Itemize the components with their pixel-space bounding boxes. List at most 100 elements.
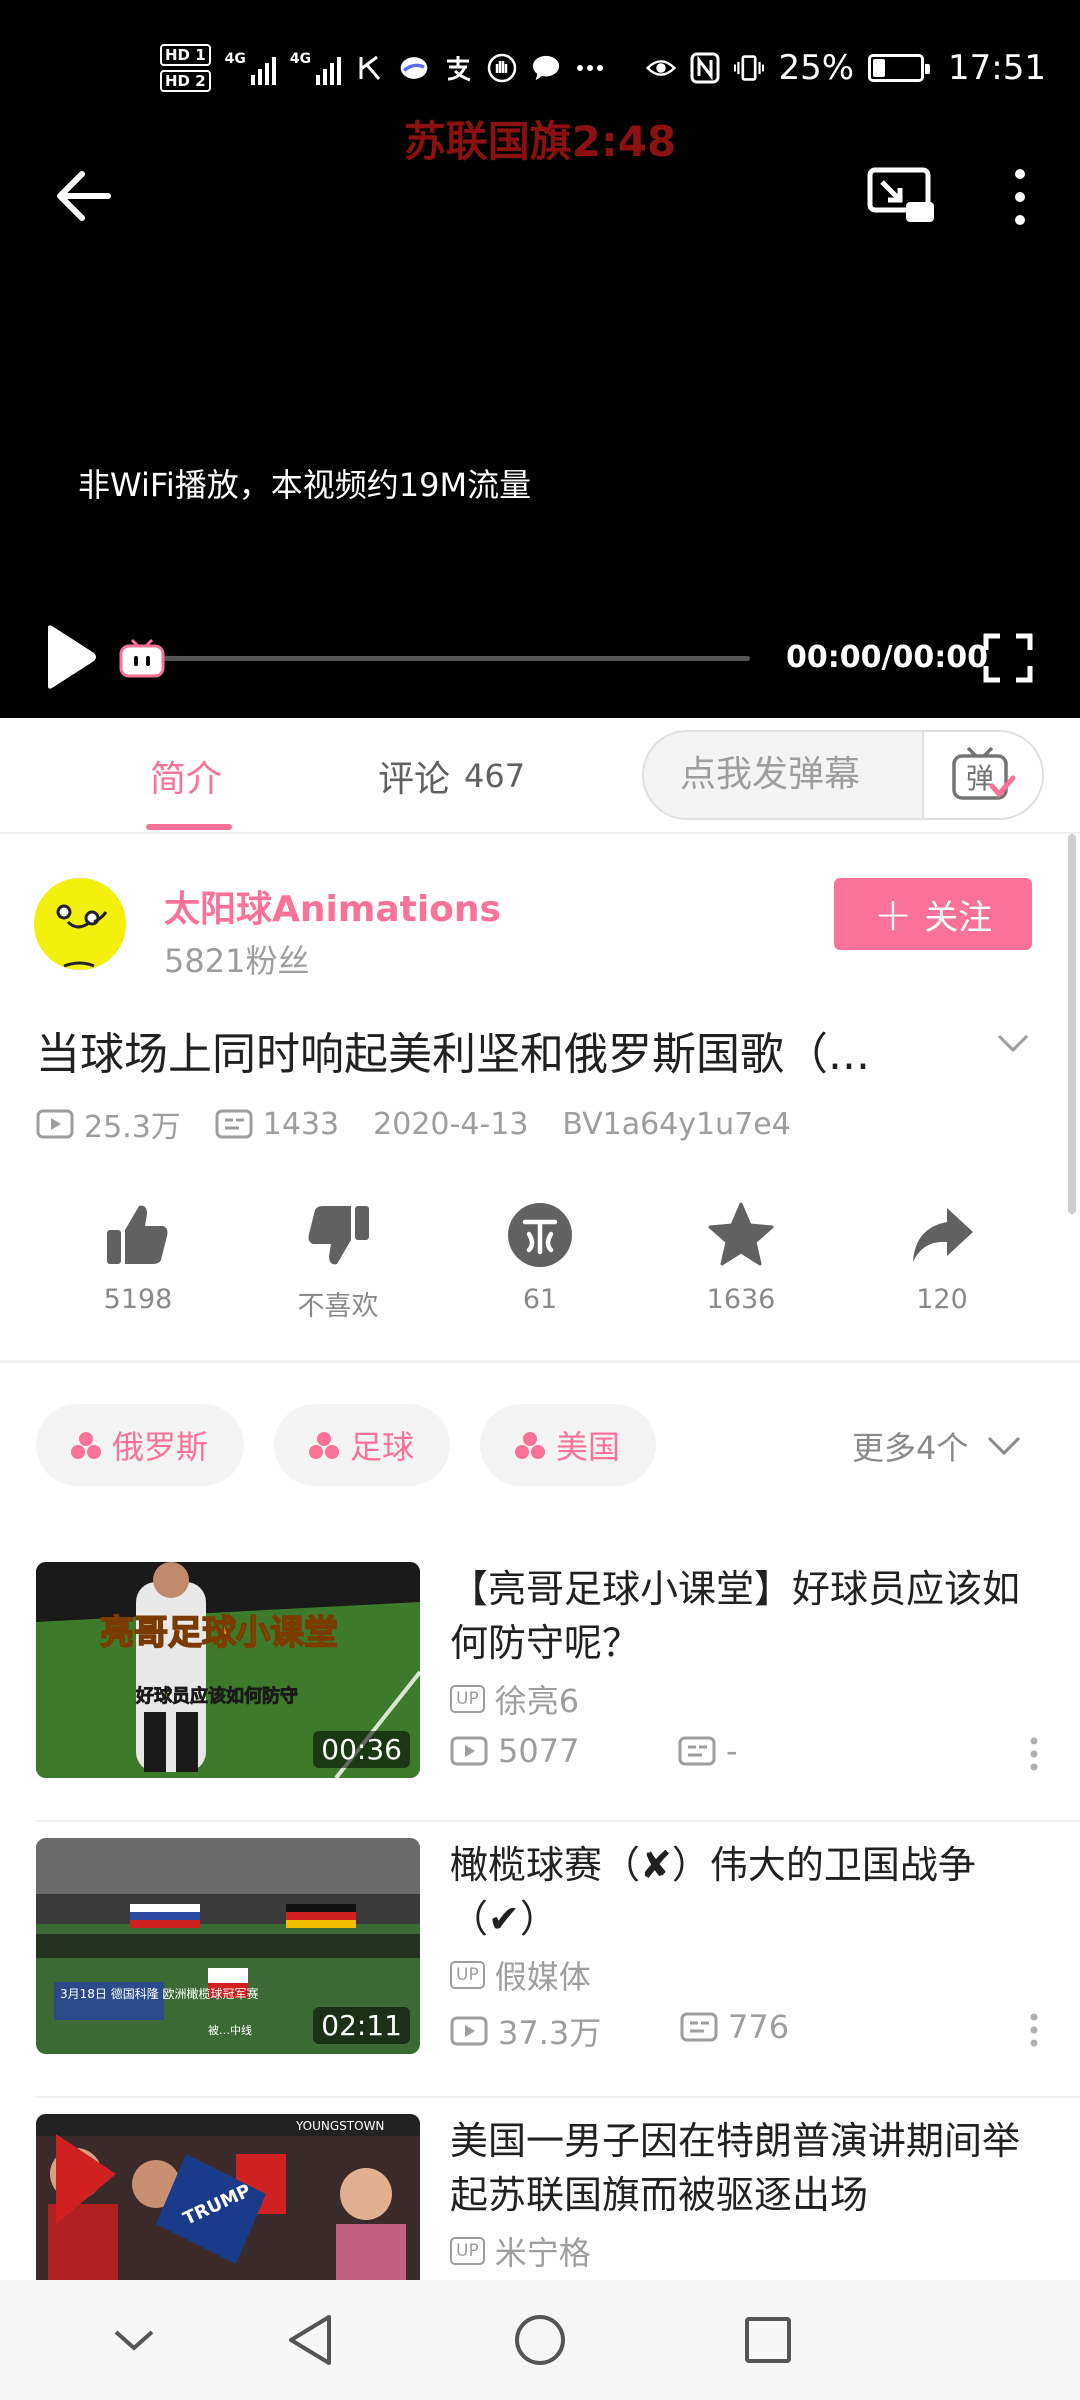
up-badge: UP — [450, 2237, 485, 2265]
play-button[interactable] — [40, 622, 100, 692]
duration-badge: 02:11 — [313, 2007, 410, 2044]
share-arrow-icon — [913, 1208, 973, 1262]
tab-comments[interactable]: 评论 467 — [378, 718, 525, 834]
dislike-button[interactable]: 不喜欢 — [268, 1200, 408, 1340]
duration-badge: 00:36 — [313, 1731, 410, 1768]
more-menu-button[interactable] — [1000, 162, 1040, 232]
share-count: 120 — [916, 1284, 968, 1315]
danmaku-toggle-button[interactable]: 弹 — [922, 732, 1042, 818]
scrollbar[interactable] — [1068, 834, 1076, 1214]
video-overlay-title: 苏联国旗2:48 — [403, 117, 677, 166]
tag-chip[interactable]: 足球 — [274, 1404, 451, 1486]
cast-icon — [867, 167, 934, 222]
k-icon — [355, 53, 385, 83]
danmaku-icon: 弹 — [952, 746, 1016, 800]
back-button[interactable] — [52, 164, 116, 228]
message-icon — [531, 53, 561, 83]
danmaku-count: - — [726, 1732, 738, 1770]
item-menu-button[interactable] — [1024, 2010, 1044, 2050]
more-tags-label: 更多4个 — [852, 1429, 969, 1467]
more-tags-button[interactable]: 更多4个 — [852, 1420, 1022, 1472]
fullscreen-button[interactable] — [982, 632, 1034, 684]
uploader-avatar[interactable] — [34, 878, 126, 970]
nav-recents-button[interactable] — [730, 2302, 806, 2378]
favorite-button[interactable]: 1636 — [671, 1200, 811, 1340]
tab-active-indicator — [146, 824, 232, 830]
recommendation-thumbnail[interactable]: YOUNGSTOWN TRUMP — [36, 2114, 420, 2280]
hd-badge: HD 1 HD 2 — [160, 44, 211, 92]
expand-description-button[interactable] — [996, 1030, 1030, 1058]
system-navigation-bar — [0, 2280, 1080, 2400]
up-badge: UP — [450, 1961, 485, 1989]
recommendation-thumbnail[interactable]: 3月18日 德国科隆 欧洲橄榄球冠军赛 被…中线 02:11 — [36, 1838, 420, 2054]
chevron-down-icon — [997, 1034, 1029, 1053]
chevron-down-icon — [988, 1436, 1021, 1456]
follow-button[interactable]: + 关注 — [834, 878, 1032, 950]
view-count: 37.3万 — [498, 2014, 602, 2052]
video-player[interactable]: HD 1 HD 2 4G 4G 25% 17:51 苏联国旗2:48 非WiFi… — [0, 0, 1080, 718]
recommendation-stats: 5077 - — [450, 1732, 1044, 1774]
tag-icon — [71, 1432, 101, 1459]
arrow-left-icon — [57, 171, 111, 221]
nav-home-button[interactable] — [502, 2302, 578, 2378]
star-icon — [708, 1202, 774, 1266]
views-icon — [36, 1109, 74, 1139]
recommendation-uploader: UP 假媒体 — [450, 1952, 591, 1998]
thumbnail-caption: 亮哥足球小课堂 — [100, 1613, 338, 1653]
share-button[interactable]: 120 — [872, 1200, 1012, 1340]
danmaku-placeholder: 点我发弹幕 — [680, 754, 861, 795]
recommendation-item[interactable]: YOUNGSTOWN TRUMP 美国一男子因在特朗普演讲期间举起苏联国旗而被驱… — [0, 2114, 1080, 2280]
tag-icon — [309, 1432, 340, 1459]
item-menu-button[interactable] — [1024, 1734, 1044, 1774]
battery-icon — [868, 54, 931, 82]
danmaku-input[interactable]: 点我发弹幕 弹 — [642, 730, 1044, 820]
recommendation-stats: 37.3万 776 — [450, 2008, 1044, 2052]
uploader-name: 米宁格 — [494, 2234, 591, 2272]
coin-button[interactable]: 61 — [470, 1200, 610, 1340]
thumbnail-image: YOUNGSTOWN TRUMP — [36, 2114, 420, 2280]
nav-back-button[interactable] — [272, 2302, 348, 2378]
tag-chip[interactable]: 美国 — [480, 1404, 657, 1486]
recommendation-item[interactable]: 3月18日 德国科隆 欧洲橄榄球冠军赛 被…中线 02:11 橄榄球赛（✘）伟大… — [0, 1838, 1080, 2114]
coin-icon — [508, 1203, 572, 1267]
recommendation-title[interactable]: 橄榄球赛（✘）伟大的卫国战争（✔） — [450, 1838, 1044, 1946]
chevron-down-icon — [114, 2330, 154, 2351]
cast-button[interactable] — [866, 164, 936, 228]
view-count: 25.3万 — [84, 1110, 181, 1145]
tag-chip[interactable]: 俄罗斯 — [36, 1404, 245, 1486]
like-button[interactable]: 5198 — [68, 1200, 208, 1340]
dislike-label: 不喜欢 — [297, 1291, 379, 1322]
tag-icon — [515, 1432, 546, 1459]
status-bar: HD 1 HD 2 4G 4G 25% 17:51 — [0, 38, 1080, 98]
nav-hide-button[interactable] — [96, 2302, 172, 2378]
fullscreen-icon — [983, 633, 1033, 683]
recommendation-item[interactable]: 亮哥足球小课堂 好球员应该如何防守 00:36 【亮哥足球小课堂】好球员应该如何… — [0, 1562, 1080, 1838]
view-count: 5077 — [498, 1732, 580, 1770]
tab-intro[interactable]: 简介 — [150, 718, 222, 834]
recommendation-thumbnail[interactable]: 亮哥足球小课堂 好球员应该如何防守 00:36 — [36, 1562, 420, 1778]
uploader-name[interactable]: 太阳球Animations — [164, 880, 501, 932]
uploader-name: 徐亮6 — [494, 1682, 580, 1720]
favorite-count: 1636 — [706, 1284, 776, 1315]
recommendation-title[interactable]: 美国一男子因在特朗普演讲期间举起苏联国旗而被驱逐出场 — [450, 2114, 1044, 2222]
progress-slider[interactable] — [118, 636, 750, 680]
video-meta: 25.3万 1433 2020-4-13 BV1a64y1u7e4 — [36, 1104, 791, 1145]
danmaku-count: 1433 — [262, 1106, 340, 1142]
action-bar: 5198 不喜欢 61 1636 120 — [0, 1200, 1080, 1340]
play-icon — [48, 625, 96, 689]
status-time: 17:51 — [948, 48, 1046, 88]
battery-level — [873, 59, 885, 77]
danmaku-count-icon — [678, 1736, 716, 1766]
danmaku-icon-char: 弹 — [966, 762, 994, 795]
tag-label: 足球 — [350, 1428, 415, 1466]
tag-label: 美国 — [556, 1428, 621, 1466]
signal-2-icon: 4G — [290, 51, 342, 85]
signal-1-icon: 4G — [225, 51, 276, 85]
battery-percent: 25% — [778, 48, 855, 88]
tv-thumb-icon[interactable] — [118, 638, 166, 678]
fans-count: 5821粉丝 — [164, 942, 310, 980]
tab-comments-count: 467 — [464, 757, 526, 795]
recommendation-title[interactable]: 【亮哥足球小课堂】好球员应该如何防守呢？ — [450, 1562, 1044, 1670]
avatar-image — [34, 878, 126, 970]
video-title[interactable]: 当球场上同时响起美利坚和俄罗斯国歌（... — [36, 1018, 946, 1082]
